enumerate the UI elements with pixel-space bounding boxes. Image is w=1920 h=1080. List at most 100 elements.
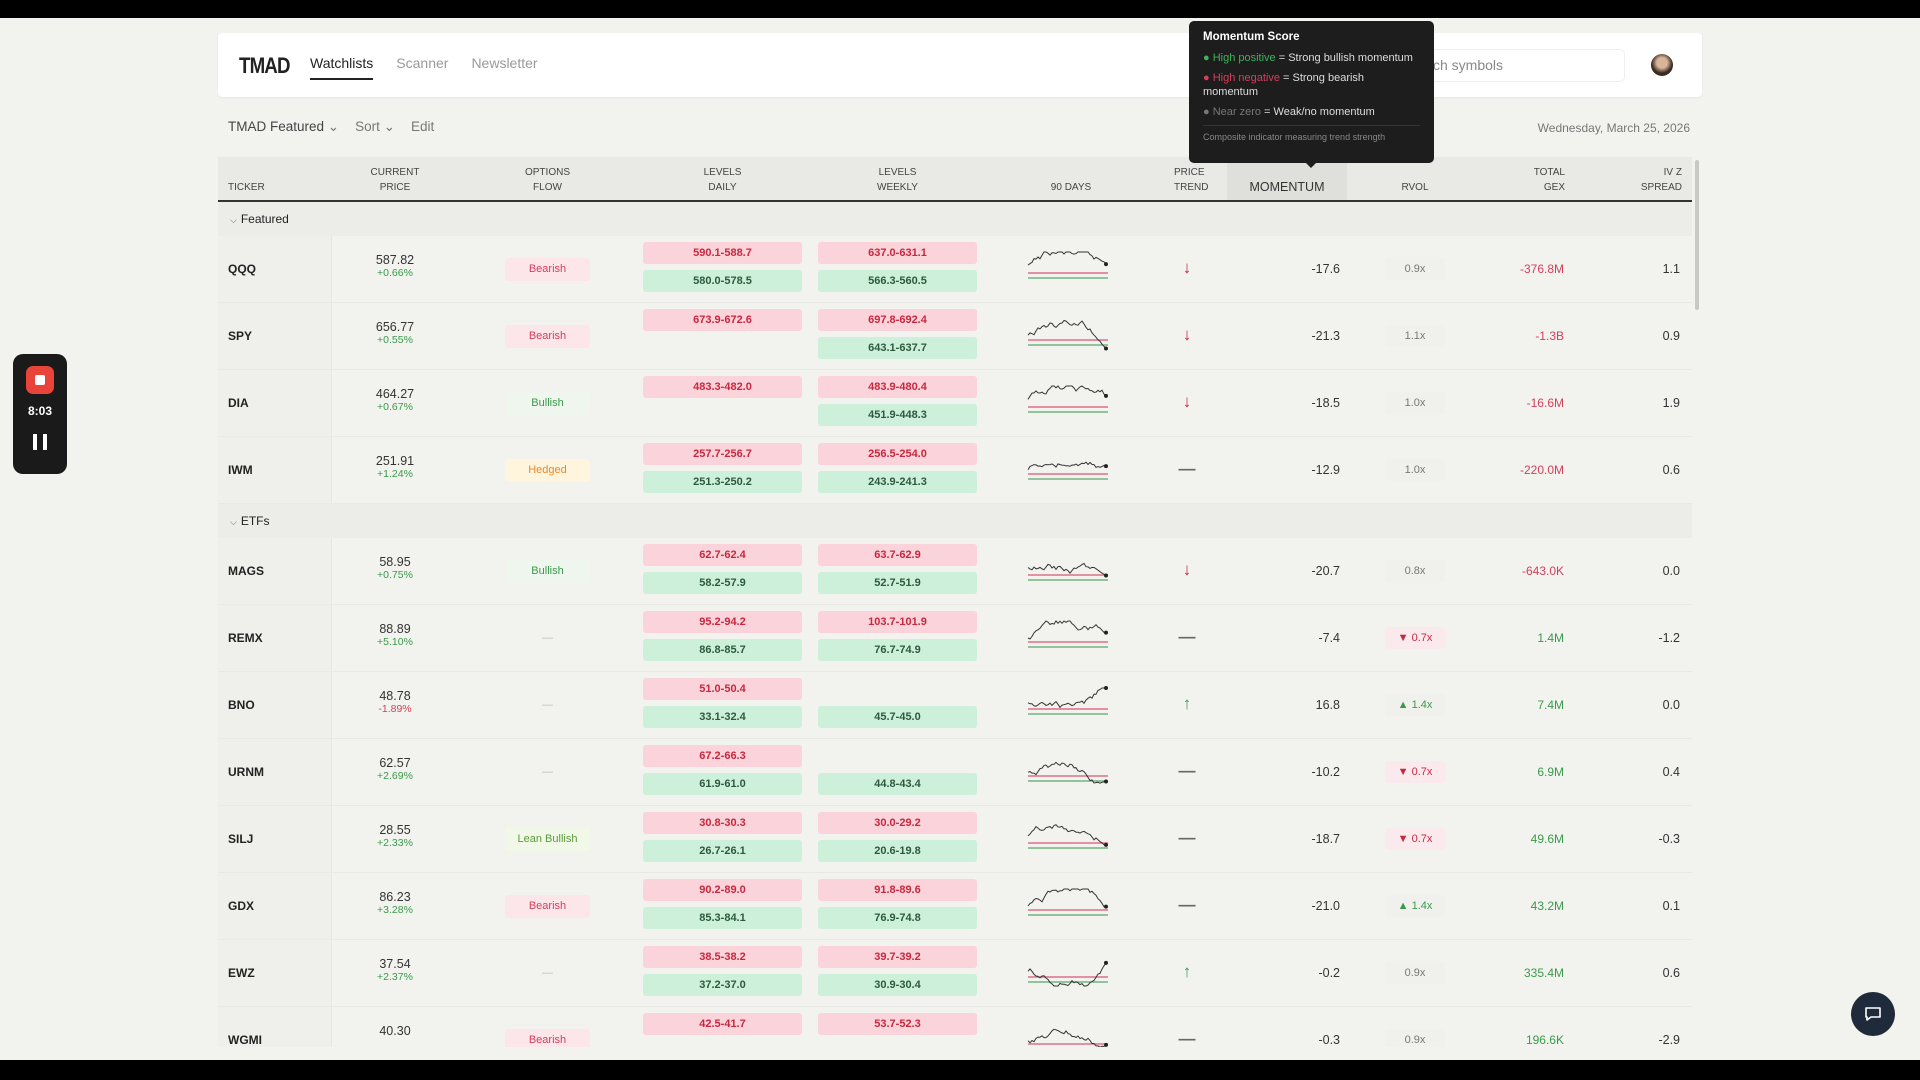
- price-trend: ↓: [1174, 325, 1200, 345]
- price-path: [1027, 319, 1107, 349]
- price-path: [1027, 385, 1107, 400]
- table-row[interactable]: EWZ 37.54 +2.37% — 38.5-38.2 37.2-37.0 39.7…: [218, 940, 1692, 1007]
- rvol-value: 0.7x: [1411, 833, 1433, 845]
- nav-newsletter[interactable]: Newsletter: [471, 55, 537, 80]
- iv-z-spread: 0.6: [1662, 966, 1680, 980]
- price-path: [1027, 251, 1107, 266]
- column-header-weekly[interactable]: LEVELS WEEKLY: [818, 165, 977, 195]
- ticker[interactable]: WGMI: [218, 1007, 332, 1047]
- avatar[interactable]: [1651, 54, 1673, 76]
- stop-recording-button[interactable]: [26, 366, 54, 394]
- ticker[interactable]: MAGS: [218, 538, 332, 604]
- table-row[interactable]: REMX 88.89 +5.10% — 95.2-94.2 86.8-85.7 103…: [218, 605, 1692, 672]
- table-row[interactable]: SPY 656.77 +0.55% Bearish 673.9-672.6 697.…: [218, 303, 1692, 370]
- table-row[interactable]: URNM 62.57 +2.69% — 67.2-66.3 61.9-61.0 44.…: [218, 739, 1692, 806]
- table-row[interactable]: WGMI 40.30 Bearish 42.5-41.7 53.7-52.3 — …: [218, 1007, 1692, 1047]
- header-line-1: TOTAL: [1533, 167, 1565, 178]
- chevron-down-icon: ⌵: [230, 517, 237, 527]
- ticker[interactable]: SILJ: [218, 806, 332, 872]
- column-header-price[interactable]: CURRENT PRICE: [345, 165, 445, 195]
- weekly-support-level: 30.9-30.4: [818, 974, 977, 996]
- column-header-spread[interactable]: IV Z SPREAD: [1622, 165, 1682, 195]
- momentum-value: -21.3: [1311, 329, 1341, 343]
- table-row[interactable]: SILJ 28.55 +2.33% Lean Bullish 30.8-30.3 2…: [218, 806, 1692, 873]
- column-header-gex[interactable]: TOTAL GEX: [1493, 165, 1565, 195]
- momentum-value: 16.8: [1315, 698, 1340, 712]
- options-flow-badge: —: [542, 766, 553, 778]
- search-input[interactable]: ch symbols: [1420, 49, 1625, 82]
- ticker[interactable]: REMX: [218, 605, 332, 671]
- price-path: [1027, 761, 1107, 784]
- watchlist-select[interactable]: TMAD Featured ⌄: [228, 119, 339, 135]
- daily-resistance-level: 62.7-62.4: [643, 544, 802, 566]
- price-change: +2.37%: [377, 971, 413, 983]
- last-price-dot: [1104, 842, 1108, 847]
- ticker[interactable]: QQQ: [218, 236, 332, 302]
- price-value: 58.95: [379, 555, 411, 569]
- header-line-2: 90 DAYS: [1050, 182, 1092, 193]
- table-row[interactable]: MAGS 58.95 +0.75% Bullish 62.7-62.4 58.2-5…: [218, 538, 1692, 605]
- daily-resistance-level: 673.9-672.6: [643, 309, 802, 331]
- header-line-1: CURRENT: [370, 167, 420, 178]
- sort-button[interactable]: Sort ⌄: [355, 119, 395, 135]
- column-header-trend[interactable]: PRICE TREND: [1174, 165, 1208, 195]
- logo: TMAD: [239, 53, 290, 78]
- nav-watchlists[interactable]: Watchlists: [310, 55, 374, 80]
- table-row[interactable]: QQQ 587.82 +0.66% Bearish 590.1-588.7 580.…: [218, 236, 1692, 303]
- table-row[interactable]: DIA 464.27 +0.67% Bullish 483.3-482.0 483.…: [218, 370, 1692, 437]
- price-change: +0.67%: [377, 401, 413, 413]
- rvol-badge: ▼ 0.7x: [1385, 828, 1445, 850]
- bottom-bar: [0, 1060, 1920, 1080]
- weekly-support-level: 52.7-51.9: [818, 572, 977, 594]
- header-line-2: FLOW: [533, 182, 562, 193]
- arrow-up-icon: ↑: [1182, 694, 1192, 713]
- weekly-support-level: 566.3-560.5: [818, 270, 977, 292]
- daily-resistance-level: 590.1-588.7: [643, 242, 802, 264]
- table-row[interactable]: GDX 86.23 +3.28% Bearish 90.2-89.0 85.3-84…: [218, 873, 1692, 940]
- ticker[interactable]: EWZ: [218, 940, 332, 1006]
- column-header-ticker[interactable]: TICKER: [218, 165, 332, 195]
- price-change: +3.28%: [377, 904, 413, 916]
- column-header-daily[interactable]: LEVELS DAILY: [643, 165, 802, 195]
- dash-icon: —: [1178, 828, 1196, 847]
- iv-z-spread: 0.0: [1662, 698, 1680, 712]
- recording-time: 8:03: [27, 404, 53, 418]
- chat-button[interactable]: [1851, 992, 1895, 1036]
- nav-scanner[interactable]: Scanner: [396, 55, 448, 80]
- pause-icon[interactable]: [33, 434, 47, 450]
- price-path: [1027, 824, 1107, 846]
- ticker[interactable]: URNM: [218, 739, 332, 805]
- momentum-value: -10.2: [1311, 765, 1341, 779]
- current-price: 28.55 +2.33%: [345, 824, 445, 850]
- ticker[interactable]: DIA: [218, 370, 332, 436]
- sparkline-90-days: [1027, 888, 1108, 916]
- total-gex: 7.4M: [1537, 698, 1564, 712]
- momentum-value: -12.9: [1311, 463, 1341, 477]
- momentum-value: -0.2: [1318, 966, 1340, 980]
- ticker[interactable]: IWM: [218, 437, 332, 503]
- iv-z-spread: -1.2: [1658, 631, 1680, 645]
- daily-resistance-level: 483.3-482.0: [643, 376, 802, 398]
- watchlist-toolbar: TMAD Featured ⌄ Sort ⌄ Edit: [228, 119, 434, 135]
- ticker[interactable]: BNO: [218, 672, 332, 738]
- app-header: TMAD Watchlists Scanner Newsletter ch sy…: [218, 33, 1702, 97]
- group-featured[interactable]: ⌵ Featured: [218, 202, 1692, 236]
- column-header-rvol[interactable]: RVOL: [1385, 165, 1445, 195]
- table-row[interactable]: BNO 48.78 -1.89% — 51.0-50.4 33.1-32.4 45.7…: [218, 672, 1692, 739]
- weekly-support-level: 451.9-448.3: [818, 404, 977, 426]
- column-header-momentum[interactable]: MOMENTUM: [1227, 157, 1347, 200]
- ticker[interactable]: GDX: [218, 873, 332, 939]
- column-header-90-days[interactable]: 90 DAYS: [1026, 165, 1116, 195]
- price-trend: ↑: [1174, 694, 1200, 714]
- column-header-flow[interactable]: OPTIONS FLOW: [505, 165, 590, 195]
- price-path: [1027, 687, 1106, 709]
- header-line-1: IV Z: [1663, 167, 1682, 178]
- edit-button[interactable]: Edit: [411, 119, 434, 135]
- rvol-value: 1.4x: [1411, 900, 1433, 912]
- table-row[interactable]: IWM 251.91 +1.24% Hedged 257.7-256.7 251.3…: [218, 437, 1692, 504]
- ticker[interactable]: SPY: [218, 303, 332, 369]
- scrollbar[interactable]: [1695, 160, 1699, 310]
- chevron-down-icon: ⌄: [327, 119, 340, 134]
- group-etfs[interactable]: ⌵ ETFs: [218, 504, 1692, 538]
- last-price-dot: [1104, 393, 1108, 398]
